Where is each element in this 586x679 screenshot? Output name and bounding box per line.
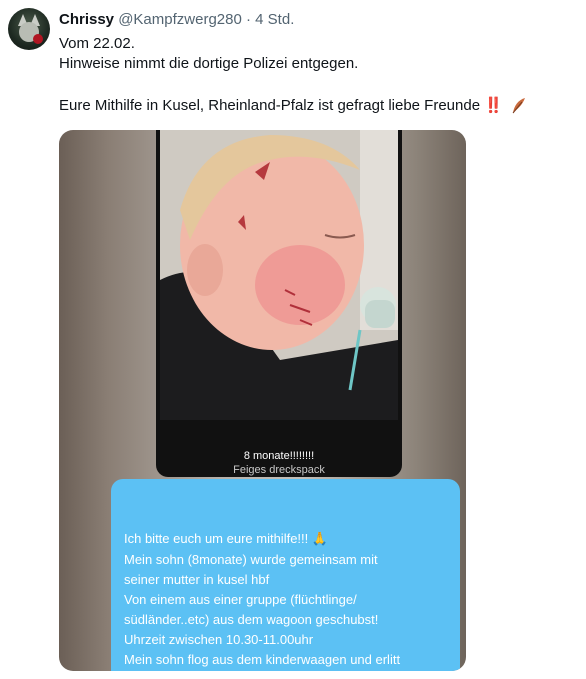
message-line: Mein sohn (8monate) wurde gemeinsam mit: [124, 552, 378, 567]
caption-insult: Feiges dreckspack: [233, 464, 325, 476]
message-line: Von einem aus einer gruppe (flüchtlinge/: [124, 592, 357, 607]
message-line: Uhrzeit zwischen 10.30-11.00uhr: [124, 632, 314, 647]
rose-icon: [33, 34, 43, 44]
post-text-line: Eure Mithilfe in Kusel, Rheinland-Pfalz …: [59, 96, 527, 116]
message-line: südländer..etc) aus dem wagoon geschubst…: [124, 612, 379, 627]
message-line: Mein sohn flog aus dem kinderwaagen und …: [124, 652, 401, 667]
baby-photo-illustration: [160, 130, 398, 420]
separator-dot: ·: [246, 11, 251, 28]
caption-age: 8 monate!!!!!!!!: [243, 450, 315, 462]
double-exclamation-emoji: ‼️: [484, 97, 503, 114]
post-header: Chrissy @Kampfzwerg280 · 4 Std.: [59, 11, 294, 28]
post-text-content: Eure Mithilfe in Kusel, Rheinland-Pfalz …: [59, 97, 481, 114]
post-media-image[interactable]: 8 monate!!!!!!!! Feiges dreckspack Ich b…: [59, 130, 466, 671]
feather-icon: [512, 98, 526, 114]
author-avatar[interactable]: [8, 8, 50, 50]
author-name[interactable]: Chrissy: [59, 11, 114, 28]
message-line: seiner mutter in kusel hbf: [124, 572, 270, 587]
phone-screenshot: 8 monate!!!!!!!! Feiges dreckspack: [156, 130, 402, 477]
author-handle[interactable]: @Kampfzwerg280: [118, 11, 242, 28]
message-line: Ich bitte euch um eure mithilfe!!! 🙏: [124, 531, 329, 546]
post-text-line: Hinweise nimmt die dortige Polizei entge…: [59, 55, 359, 72]
post-text-line: Vom 22.02.: [59, 35, 135, 52]
message-bubble: Ich bitte euch um eure mithilfe!!! 🙏 Mei…: [111, 479, 460, 671]
post-time[interactable]: 4 Std.: [255, 11, 294, 28]
baby-photo: [160, 130, 398, 420]
